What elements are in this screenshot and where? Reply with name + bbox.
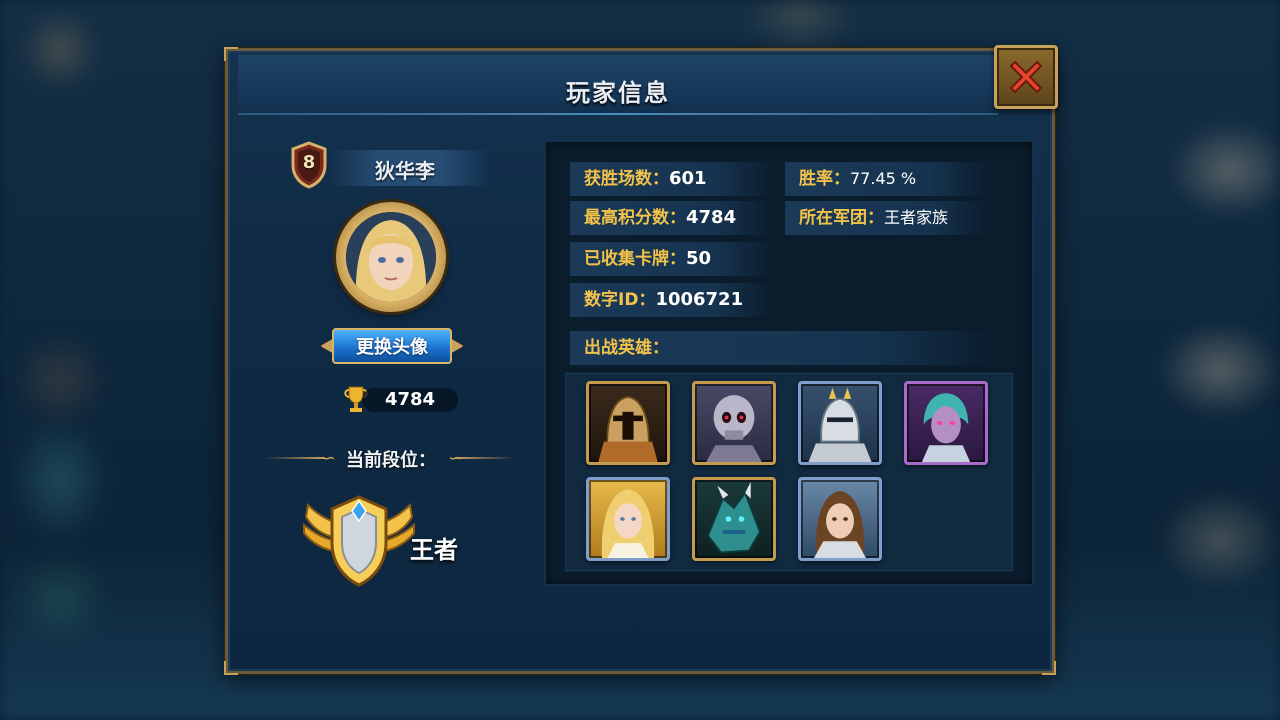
stat-value: 1006721 <box>655 289 744 310</box>
stat-value: 王者家族 <box>884 208 949 227</box>
stat-label: 已收集卡牌： <box>584 249 686 269</box>
hero-card[interactable] <box>798 477 882 561</box>
stat-high-score: 最高积分数：4784 <box>570 201 775 235</box>
change-avatar-label: 更换头像 <box>332 328 452 364</box>
change-avatar-button[interactable]: 更换头像 <box>320 325 464 367</box>
dialog-title: 玩家信息 <box>566 79 670 107</box>
stat-value: 77.45 % <box>850 169 917 188</box>
scroll-ornament-icon: ∽ <box>321 448 337 469</box>
hero-portrait-spartan-knight <box>598 396 658 462</box>
hero-portrait-golden-maiden <box>601 489 655 558</box>
hero-card[interactable] <box>692 381 776 465</box>
hero-portrait-brunette-paladin <box>814 491 866 558</box>
scroll-ornament-icon: ∽ <box>447 448 463 469</box>
rank-heading: 当前段位： <box>346 450 436 471</box>
avatar[interactable] <box>346 212 436 302</box>
hero-card[interactable] <box>692 477 776 561</box>
stat-value: 4784 <box>686 207 737 228</box>
stat-wins: 获胜场数：601 <box>570 162 775 196</box>
hero-portrait-teal-dragon <box>706 481 762 554</box>
stat-win-rate: 胜率：77.45 % <box>785 162 990 196</box>
divider-line <box>265 457 325 459</box>
stat-label: 最高积分数： <box>584 208 686 228</box>
player-level: 8 <box>302 152 316 173</box>
panel-corner <box>1042 661 1056 675</box>
hero-card[interactable] <box>586 477 670 561</box>
panel-corner <box>224 661 238 675</box>
hero-portrait-purple-sorceress <box>921 393 971 462</box>
hero-portrait-silver-knight <box>808 387 872 462</box>
king-rank-emblem-icon <box>303 495 415 587</box>
stat-legion: 所在军团：王者家族 <box>785 201 990 235</box>
stat-label: 获胜场数： <box>584 169 669 189</box>
stat-label: 出战英雄： <box>584 338 669 358</box>
stat-cards: 已收集卡牌：50 <box>570 242 775 276</box>
divider-line <box>455 457 515 459</box>
stat-label: 数字ID： <box>584 290 656 310</box>
hero-card[interactable] <box>586 381 670 465</box>
player-name: 狄华李 <box>375 159 435 183</box>
title-bar: 玩家信息 <box>238 55 998 115</box>
close-button[interactable] <box>994 45 1058 109</box>
trophy-count: 4784 <box>362 388 458 412</box>
hero-card[interactable] <box>798 381 882 465</box>
stat-label: 胜率： <box>799 169 850 189</box>
stat-player-id: 数字ID：1006721 <box>570 283 775 317</box>
panel-corner <box>224 47 238 61</box>
close-icon <box>1009 60 1043 94</box>
stat-label: 所在军团： <box>799 208 884 228</box>
heroes-heading: 出战英雄： <box>570 331 995 365</box>
stat-value: 50 <box>686 248 712 269</box>
avatar-portrait <box>346 212 436 302</box>
stat-value: 601 <box>669 168 707 189</box>
rank-name: 王者 <box>410 536 458 564</box>
hero-portrait-skull-warrior <box>706 395 762 462</box>
rank-divider: ∽ ∽ 当前段位： <box>265 440 515 476</box>
hero-card[interactable] <box>904 381 988 465</box>
